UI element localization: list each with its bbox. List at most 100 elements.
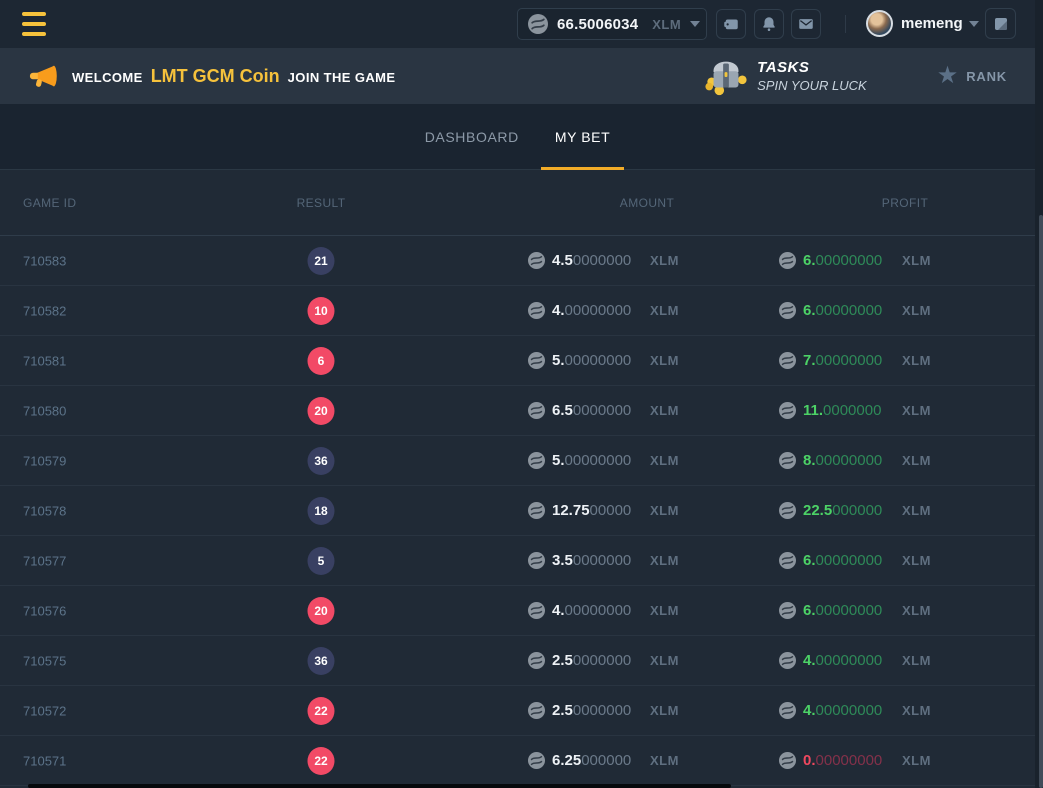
welcome-prefix: WELCOME	[72, 70, 143, 85]
xlm-coin-icon	[779, 302, 796, 319]
profit-trailing-zeros: 00000000	[816, 652, 883, 669]
amount-cell: 12.7500000 XLM	[528, 486, 679, 535]
profit-trailing-zeros: 00000000	[816, 452, 883, 469]
rank-label: RANK	[966, 69, 1007, 84]
xlm-coin-icon	[779, 252, 796, 269]
game-id: 710576	[23, 603, 66, 618]
profit-trailing-zeros: 00000000	[816, 552, 883, 569]
profit-cell: 7.00000000 XLM	[779, 336, 931, 385]
amount-currency: XLM	[650, 503, 679, 518]
tab-dashboard[interactable]: DASHBOARD	[411, 104, 533, 169]
xlm-coin-icon	[779, 402, 796, 419]
amount-currency: XLM	[650, 603, 679, 618]
welcome-banner: WELCOME LMT GCM Coin JOIN THE GAME TASKS…	[0, 48, 1035, 104]
amount-value: 12.75	[552, 502, 590, 519]
amount-value: 4.	[552, 302, 565, 319]
username[interactable]: memeng	[901, 15, 963, 32]
table-row[interactable]: 710582 10 4.00000000 XLM 6.00000000	[0, 286, 1035, 336]
chevron-down-icon[interactable]	[969, 21, 979, 27]
amount-trailing-zeros: 00000000	[565, 452, 632, 469]
table-row[interactable]: 710580 20 6.50000000 XLM 11.0000000	[0, 386, 1035, 436]
scrollbar-thumb[interactable]	[1039, 215, 1043, 788]
chat-button[interactable]	[985, 8, 1016, 39]
xlm-coin-icon	[779, 602, 796, 619]
game-id: 710583	[23, 253, 66, 268]
xlm-coin-icon	[528, 552, 545, 569]
xlm-coin-icon	[528, 352, 545, 369]
profit-cell: 6.00000000 XLM	[779, 286, 931, 335]
chat-icon	[992, 15, 1010, 33]
amount-value: 2.5	[552, 702, 573, 719]
profit-cell: 6.00000000 XLM	[779, 236, 931, 285]
profit-value: 6.	[803, 602, 816, 619]
profit-cell: 0.00000000 XLM	[779, 736, 931, 785]
table-row[interactable]: 710572 22 2.50000000 XLM 4.00000000	[0, 686, 1035, 736]
amount-cell: 6.50000000 XLM	[528, 386, 679, 435]
balance-dropdown[interactable]: 66.5006034 XLM	[517, 8, 707, 40]
header-profit: PROFIT	[882, 196, 928, 210]
mail-icon	[797, 15, 815, 33]
xlm-coin-icon	[779, 702, 796, 719]
megaphone-icon	[28, 61, 58, 91]
notifications-button[interactable]	[754, 9, 784, 39]
header-game-id: GAME ID	[23, 196, 76, 210]
table-row[interactable]: 710571 22 6.25000000 XLM 0.00000000	[0, 736, 1035, 786]
table-row[interactable]: 710575 36 2.50000000 XLM 4.00000000	[0, 636, 1035, 686]
wallet-button[interactable]	[716, 9, 746, 39]
balance-currency: XLM	[652, 17, 681, 32]
amount-currency: XLM	[650, 703, 679, 718]
profit-trailing-zeros: 00000000	[816, 752, 883, 769]
tab-my-bet[interactable]: MY BET	[541, 104, 624, 169]
profit-trailing-zeros: 00000000	[816, 302, 883, 319]
tasks-widget[interactable]: TASKS SPIN YOUR LUCK	[703, 56, 867, 96]
xlm-coin-icon	[528, 602, 545, 619]
xlm-coin-icon	[779, 502, 796, 519]
profit-trailing-zeros: 00000000	[816, 602, 883, 619]
amount-currency: XLM	[650, 653, 679, 668]
game-id: 710582	[23, 303, 66, 318]
table-row[interactable]: 710583 21 4.50000000 XLM 6.00000000	[0, 236, 1035, 286]
amount-trailing-zeros: 000000	[581, 752, 631, 769]
table-row[interactable]: 710578 18 12.7500000 XLM 22.5000000	[0, 486, 1035, 536]
profit-currency: XLM	[902, 253, 931, 268]
avatar[interactable]	[866, 10, 893, 37]
game-id: 710578	[23, 503, 66, 518]
amount-trailing-zeros: 00000000	[565, 302, 632, 319]
table-row[interactable]: 710581 6 5.00000000 XLM 7.00000000	[0, 336, 1035, 386]
game-id: 710571	[23, 753, 66, 768]
tab-bar: DASHBOARD MY BET	[0, 104, 1035, 170]
xlm-coin-icon	[528, 14, 548, 34]
table-row[interactable]: 710579 36 5.00000000 XLM 8.00000000	[0, 436, 1035, 486]
profit-currency: XLM	[902, 603, 931, 618]
game-id: 710580	[23, 403, 66, 418]
top-bar: 66.5006034 XLM memeng	[0, 0, 1043, 48]
profit-trailing-zeros: 00000000	[816, 352, 883, 369]
profit-trailing-zeros: 00000000	[816, 702, 883, 719]
game-id: 710579	[23, 453, 66, 468]
amount-value: 5.	[552, 352, 565, 369]
profit-cell: 11.0000000 XLM	[779, 386, 931, 435]
messages-button[interactable]	[791, 9, 821, 39]
treasure-chest-icon	[703, 56, 749, 96]
wallet-icon	[722, 15, 740, 33]
rank-widget[interactable]: ★ RANK	[937, 64, 1007, 88]
hamburger-menu-icon[interactable]	[22, 12, 46, 36]
amount-cell: 4.50000000 XLM	[528, 236, 679, 285]
result-badge: 6	[308, 347, 335, 375]
profit-currency: XLM	[902, 553, 931, 568]
profit-currency: XLM	[902, 503, 931, 518]
profit-currency: XLM	[902, 303, 931, 318]
table-row[interactable]: 710576 20 4.00000000 XLM 6.00000000	[0, 586, 1035, 636]
welcome-message: WELCOME LMT GCM Coin JOIN THE GAME	[72, 66, 395, 87]
amount-cell: 3.50000000 XLM	[528, 536, 679, 585]
header-amount: AMOUNT	[620, 196, 674, 210]
amount-cell: 2.50000000 XLM	[528, 686, 679, 735]
profit-currency: XLM	[902, 703, 931, 718]
amount-trailing-zeros: 00000000	[565, 352, 632, 369]
amount-currency: XLM	[650, 403, 679, 418]
result-badge: 18	[308, 497, 335, 525]
table-row[interactable]: 710577 5 3.50000000 XLM 6.00000000	[0, 536, 1035, 586]
profit-value: 4.	[803, 652, 816, 669]
xlm-coin-icon	[779, 752, 796, 769]
amount-cell: 4.00000000 XLM	[528, 286, 679, 335]
